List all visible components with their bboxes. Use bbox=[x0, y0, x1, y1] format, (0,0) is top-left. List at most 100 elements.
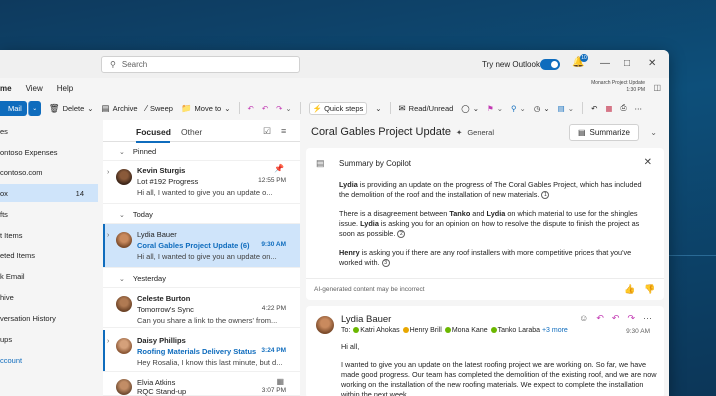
person-name: Lydia bbox=[486, 209, 506, 218]
pin-icon[interactable]: 📌 bbox=[274, 164, 284, 173]
sidebar-item-0[interactable]: es bbox=[0, 122, 98, 140]
email-sender[interactable]: Lydia Bauer bbox=[341, 314, 391, 325]
sidebar-item-label: ontoso Expenses bbox=[0, 147, 58, 157]
message-sender: Elvia Atkins bbox=[137, 378, 176, 387]
report-button[interactable]: ▦ bbox=[605, 104, 612, 113]
email-body: I wanted to give you an update on the la… bbox=[341, 360, 657, 396]
read-unread-button[interactable]: ✉ Read/Unread bbox=[399, 103, 454, 114]
menu-view[interactable]: View bbox=[26, 84, 43, 93]
filter-icon[interactable]: ≡ bbox=[281, 126, 286, 136]
sidebar-item-2[interactable]: contoso.com bbox=[0, 163, 98, 181]
minimize-icon[interactable]: — bbox=[600, 58, 610, 69]
person-name: Lydia bbox=[360, 219, 379, 228]
chevron-right-icon[interactable]: › bbox=[107, 338, 109, 345]
citation-marker[interactable]: 2 bbox=[397, 230, 406, 239]
ellipsis-icon[interactable]: ⋯ bbox=[643, 313, 652, 324]
thumbs-up-icon[interactable]: 👍 bbox=[624, 284, 635, 295]
reply-icon[interactable]: ↶ bbox=[596, 313, 604, 324]
sidebar-item-label: versation History bbox=[0, 313, 56, 323]
emoji-icon[interactable]: ☺ bbox=[579, 313, 588, 324]
chevron-right-icon[interactable]: › bbox=[107, 232, 109, 239]
sidebar-item-1[interactable]: ontoso Expenses bbox=[0, 143, 98, 161]
chevron-down-icon: ⌄ bbox=[375, 103, 382, 113]
sidebar-item-5[interactable]: t Items bbox=[0, 226, 98, 244]
forward-icon[interactable]: ↷ bbox=[627, 313, 635, 324]
quick-steps-button[interactable]: ⚡ Quick steps bbox=[308, 101, 368, 115]
select-icon[interactable]: ☑ bbox=[263, 126, 271, 137]
close-icon[interactable]: ✕ bbox=[644, 157, 652, 168]
group-today[interactable]: ⌄ Today bbox=[103, 206, 300, 224]
snooze-button[interactable]: ◷ ⌄ bbox=[534, 104, 550, 113]
chevron-down-icon[interactable]: ⌄ bbox=[650, 128, 657, 137]
sidebar-item-4[interactable]: fts bbox=[0, 205, 98, 223]
rules-button[interactable]: ▤ ⌄ bbox=[558, 104, 574, 113]
group-pinned[interactable]: ⌄ Pinned bbox=[103, 143, 300, 161]
quick-steps-dropdown[interactable]: ⌄ bbox=[375, 104, 381, 113]
new-mail-button[interactable]: Mail bbox=[0, 100, 27, 116]
sidebar-item-add-account[interactable]: ccount bbox=[0, 351, 98, 369]
search-input[interactable]: ⚲ Search bbox=[101, 56, 300, 73]
chevron-right-icon[interactable]: › bbox=[107, 169, 109, 176]
try-new-outlook-toggle[interactable] bbox=[540, 59, 560, 70]
message-subject: Tomorrow's Sync bbox=[137, 305, 194, 314]
citation-marker[interactable]: 1 bbox=[541, 191, 550, 200]
broom-icon: ∕ bbox=[145, 103, 148, 113]
new-mail-dropdown[interactable]: ⌄ bbox=[27, 100, 41, 116]
sidebar-item-label: t Items bbox=[0, 230, 23, 240]
message-preview: Hey Rosalia, I know this last minute, bu… bbox=[137, 358, 283, 367]
reply-all-icon[interactable]: ↶ bbox=[612, 313, 620, 324]
sidebar-item-9[interactable]: versation History bbox=[0, 309, 98, 327]
undo-button[interactable]: ↶ bbox=[591, 104, 597, 113]
notification-badge: 10 bbox=[580, 54, 588, 62]
recipient[interactable]: Tanko Laraba bbox=[498, 327, 540, 334]
chevron-down-icon: ⌄ bbox=[472, 103, 479, 113]
sidebar-item-7[interactable]: k Email bbox=[0, 267, 98, 285]
sensitivity-icon: ✦ bbox=[456, 127, 463, 137]
tag-button[interactable]: ◯ ⌄ bbox=[461, 104, 479, 113]
thumbs-down-icon[interactable]: 👎 bbox=[644, 284, 655, 295]
group-yesterday[interactable]: ⌄ Yesterday bbox=[103, 270, 300, 288]
sidebar-item-8[interactable]: hive bbox=[0, 288, 98, 306]
list-item[interactable]: Elvia Atkins ▦ RQC Stand-up 3:07 PM bbox=[103, 373, 300, 396]
reply-all-button[interactable]: ↶ bbox=[262, 104, 268, 113]
sidebar-item-10[interactable]: ups bbox=[0, 330, 98, 348]
recipient[interactable]: Henry Brill bbox=[410, 327, 442, 334]
print-button[interactable]: ⎙ bbox=[620, 103, 626, 113]
sidebar-item-inbox[interactable]: ox 14 bbox=[0, 184, 98, 202]
archive-icon: ▤ bbox=[101, 102, 110, 113]
menu-home[interactable]: me bbox=[0, 84, 12, 93]
move-to-button[interactable]: 📁 Move to ⌄ bbox=[181, 103, 231, 114]
summarize-button[interactable]: ▤ Summarize bbox=[569, 124, 639, 141]
list-item[interactable]: › Daisy Phillips Roofing Materials Deliv… bbox=[103, 330, 300, 372]
tab-focused[interactable]: Focused bbox=[136, 127, 171, 143]
sidebar-item-label: fts bbox=[0, 209, 8, 219]
pin-button[interactable]: ⚲ ⌄ bbox=[511, 104, 526, 113]
reminder-notice[interactable]: Monarch Project Update 1:30 PM bbox=[591, 80, 645, 94]
recipient[interactable]: Katri Ahokas bbox=[360, 327, 399, 334]
more-options-button[interactable]: ⋯ bbox=[634, 104, 642, 113]
reply-button[interactable]: ↶ bbox=[248, 104, 254, 113]
sidebar-item-label: ox bbox=[0, 188, 8, 198]
more-recipients-link[interactable]: +3 more bbox=[542, 327, 568, 334]
forward-button[interactable]: ↷ ⌄ bbox=[276, 104, 292, 113]
list-item-selected[interactable]: › Lydia Bauer Coral Gables Project Updat… bbox=[103, 224, 300, 268]
calendar-icon: ▦ bbox=[276, 377, 284, 386]
sidebar-item-label: eted Items bbox=[0, 250, 36, 260]
list-item[interactable]: Celeste Burton Tomorrow's Sync 4:22 PM C… bbox=[103, 288, 300, 328]
maximize-icon[interactable]: □ bbox=[624, 58, 630, 69]
message-sender: Kevin Sturgis bbox=[137, 166, 186, 175]
archive-button[interactable]: ▤ Archive bbox=[102, 103, 138, 114]
recipient[interactable]: Mona Kane bbox=[452, 327, 488, 334]
delete-button[interactable]: 🗑 Delete ⌄ bbox=[49, 103, 94, 114]
menu-help[interactable]: Help bbox=[57, 84, 73, 93]
tab-other[interactable]: Other bbox=[181, 127, 202, 137]
close-icon[interactable]: ✕ bbox=[648, 58, 656, 69]
reminder-icon[interactable]: ◫ bbox=[653, 83, 661, 92]
sensitivity-label[interactable]: General bbox=[467, 128, 494, 137]
ribbon-divider bbox=[582, 102, 584, 114]
list-item[interactable]: › Kevin Sturgis 📌 Lot #192 Progress 12:5… bbox=[103, 161, 300, 204]
citation-marker[interactable]: 3 bbox=[381, 259, 390, 268]
flag-button[interactable]: ⚑ ⌄ bbox=[487, 104, 503, 113]
sweep-button[interactable]: ∕ Sweep bbox=[146, 103, 173, 113]
sidebar-item-6[interactable]: eted Items bbox=[0, 246, 98, 264]
